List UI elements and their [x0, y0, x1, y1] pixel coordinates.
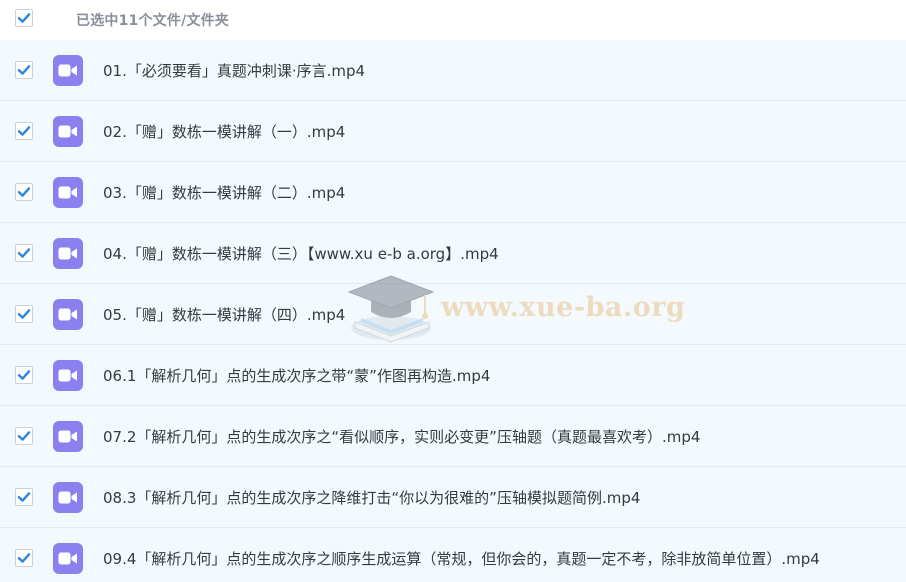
selection-count-label: 已选中11个文件/文件夹: [76, 13, 229, 29]
video-camera-icon: [58, 430, 77, 443]
video-file-icon: [53, 360, 83, 391]
file-name[interactable]: 05.「赠」数栋一模讲解（四）.mp4: [103, 304, 345, 325]
video-file-icon: [53, 299, 83, 330]
video-file-icon: [53, 55, 83, 86]
file-checkbox[interactable]: [15, 488, 33, 506]
file-name[interactable]: 06.1「解析几何」点的生成次序之带“蒙”作图再构造.mp4: [103, 365, 490, 386]
file-name[interactable]: 09.4「解析几何」点的生成次序之顺序生成运算（常规，但你会的，真题一定不考，除…: [103, 548, 820, 569]
checkmark-icon: [17, 65, 31, 75]
file-name[interactable]: 04.「赠」数栋一模讲解（三）【www.xu e-b a.org】.mp4: [103, 243, 499, 264]
checkmark-icon: [17, 492, 31, 502]
video-camera-icon: [58, 247, 77, 260]
file-row[interactable]: 04.「赠」数栋一模讲解（三）【www.xu e-b a.org】.mp4: [0, 223, 906, 284]
video-camera-icon: [58, 491, 77, 504]
video-file-icon: [53, 482, 83, 513]
file-checkbox[interactable]: [15, 61, 33, 79]
video-file-icon: [53, 543, 83, 574]
video-camera-icon: [58, 64, 77, 77]
video-file-icon: [53, 116, 83, 147]
checkmark-icon: [17, 370, 31, 380]
file-checkbox[interactable]: [15, 244, 33, 262]
video-camera-icon: [58, 308, 77, 321]
file-row[interactable]: 07.2「解析几何」点的生成次序之“看似顺序，实则必变更”压轴题（真题最喜欢考）…: [0, 406, 906, 467]
file-checkbox[interactable]: [15, 427, 33, 445]
file-row[interactable]: 01.「必须要看」真题冲刺课·序言.mp4: [0, 40, 906, 101]
checkmark-icon: [17, 187, 31, 197]
checkmark-icon: [17, 553, 31, 563]
file-name[interactable]: 03.「赠」数栋一模讲解（二）.mp4: [103, 182, 345, 203]
file-checkbox[interactable]: [15, 549, 33, 567]
video-file-icon: [53, 238, 83, 269]
select-all-checkbox[interactable]: [15, 9, 33, 27]
file-name[interactable]: 01.「必须要看」真题冲刺课·序言.mp4: [103, 60, 365, 81]
video-camera-icon: [58, 125, 77, 138]
video-file-icon: [53, 177, 83, 208]
checkmark-icon: [17, 126, 31, 136]
checkmark-icon: [17, 13, 31, 23]
checkmark-icon: [17, 431, 31, 441]
video-file-icon: [53, 421, 83, 452]
file-row[interactable]: 09.4「解析几何」点的生成次序之顺序生成运算（常规，但你会的，真题一定不考，除…: [0, 528, 906, 582]
file-name[interactable]: 07.2「解析几何」点的生成次序之“看似顺序，实则必变更”压轴题（真题最喜欢考）…: [103, 426, 700, 447]
file-checkbox[interactable]: [15, 305, 33, 323]
file-checkbox[interactable]: [15, 122, 33, 140]
video-camera-icon: [58, 186, 77, 199]
file-checkbox[interactable]: [15, 366, 33, 384]
file-list: 01.「必须要看」真题冲刺课·序言.mp4 02.「赠」数栋一模讲解（一）.mp4…: [0, 40, 906, 582]
file-row[interactable]: 03.「赠」数栋一模讲解（二）.mp4: [0, 162, 906, 223]
file-name[interactable]: 02.「赠」数栋一模讲解（一）.mp4: [103, 121, 345, 142]
video-camera-icon: [58, 369, 77, 382]
file-row[interactable]: 02.「赠」数栋一模讲解（一）.mp4: [0, 101, 906, 162]
file-row[interactable]: 05.「赠」数栋一模讲解（四）.mp4: [0, 284, 906, 345]
checkmark-icon: [17, 309, 31, 319]
file-checkbox[interactable]: [15, 183, 33, 201]
checkmark-icon: [17, 248, 31, 258]
file-row[interactable]: 06.1「解析几何」点的生成次序之带“蒙”作图再构造.mp4: [0, 345, 906, 406]
file-selection-page: 已选中11个文件/文件夹 01.「必须要看」真题冲刺课·序言.mp4 02.「赠」…: [0, 0, 906, 582]
selection-header: 已选中11个文件/文件夹: [0, 0, 906, 40]
file-name[interactable]: 08.3「解析几何」点的生成次序之降维打击“你以为很难的”压轴模拟题简例.mp4: [103, 487, 640, 508]
file-row[interactable]: 08.3「解析几何」点的生成次序之降维打击“你以为很难的”压轴模拟题简例.mp4: [0, 467, 906, 528]
video-camera-icon: [58, 552, 77, 565]
